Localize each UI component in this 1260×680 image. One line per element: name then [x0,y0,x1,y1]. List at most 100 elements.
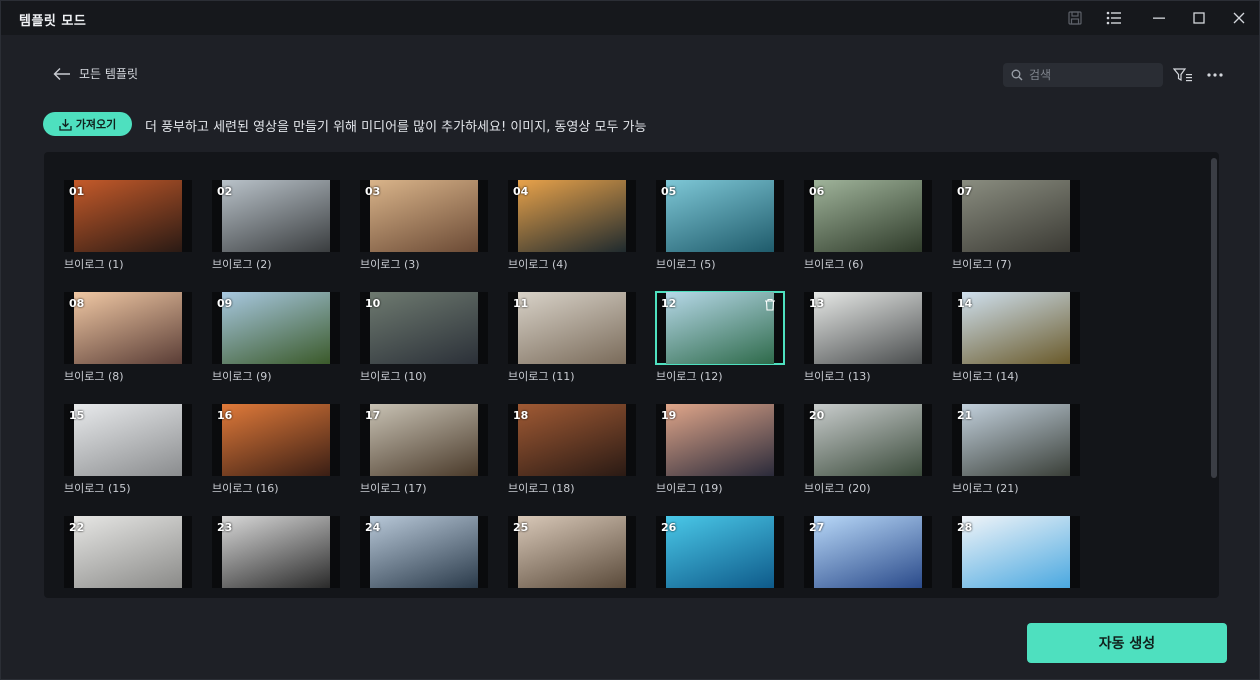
template-card[interactable]: 14 브이로그 (14) [952,292,1080,384]
template-card[interactable]: 09 브이로그 (9) [212,292,340,384]
template-card[interactable]: 08 브이로그 (8) [64,292,192,384]
template-thumbnail[interactable]: 19 [656,404,784,476]
template-number: 28 [957,521,973,534]
template-thumbnail[interactable]: 13 [804,292,932,364]
template-thumbnail[interactable]: 21 [952,404,1080,476]
template-thumbnail[interactable]: 12 [655,291,785,365]
template-thumbnail[interactable]: 15 [64,404,192,476]
thumbnail-image [962,292,1070,364]
template-number: 16 [217,409,233,422]
template-label: 브이로그 (1) [64,258,124,271]
maximize-icon[interactable] [1186,6,1212,30]
template-card[interactable]: 20 브이로그 (20) [804,404,932,496]
template-thumbnail[interactable]: 28 [952,516,1080,588]
template-label: 브이로그 (21) [952,482,1019,495]
template-thumbnail[interactable]: 23 [212,516,340,588]
template-card[interactable]: 07 브이로그 (7) [952,180,1080,272]
template-thumbnail[interactable]: 01 [64,180,192,252]
close-icon[interactable] [1226,6,1252,30]
back-label: 모든 템플릿 [79,67,139,81]
minimize-icon[interactable] [1146,6,1172,30]
template-grid-panel: 01 브이로그 (1) 02 브이로그 (2) 03 브이로그 (3) 04 브이로그 (4)… [44,152,1219,598]
template-thumbnail[interactable]: 11 [508,292,636,364]
auto-generate-button[interactable]: 자동 생성 [1027,623,1227,663]
grid-scrollbar[interactable] [1211,158,1217,478]
search-box[interactable] [1003,63,1163,87]
thumbnail-image [74,180,182,252]
template-thumbnail[interactable]: 06 [804,180,932,252]
template-card[interactable]: 02 브이로그 (2) [212,180,340,272]
template-thumbnail[interactable]: 18 [508,404,636,476]
template-thumbnail[interactable]: 03 [360,180,488,252]
template-thumbnail[interactable]: 24 [360,516,488,588]
more-options-button[interactable] [1203,64,1227,86]
template-thumbnail[interactable]: 02 [212,180,340,252]
template-thumbnail[interactable]: 26 [656,516,784,588]
template-card[interactable]: 26 [656,516,784,598]
template-label: 브이로그 (12) [656,370,723,383]
template-card[interactable]: 24 [360,516,488,598]
template-card[interactable]: 05 브이로그 (5) [656,180,784,272]
template-thumbnail[interactable]: 20 [804,404,932,476]
template-card[interactable]: 23 [212,516,340,598]
template-thumbnail[interactable]: 27 [804,516,932,588]
template-number: 26 [661,521,677,534]
template-thumbnail[interactable]: 25 [508,516,636,588]
thumbnail-image [222,404,330,476]
template-thumbnail[interactable]: 16 [212,404,340,476]
template-card[interactable]: 16 브이로그 (16) [212,404,340,496]
template-card[interactable]: 11 브이로그 (11) [508,292,636,384]
template-thumbnail[interactable]: 04 [508,180,636,252]
template-card[interactable]: 10 브이로그 (10) [360,292,488,384]
save-icon[interactable] [1062,6,1088,30]
template-card[interactable]: 01 브이로그 (1) [64,180,192,272]
template-card[interactable]: 19 브이로그 (19) [656,404,784,496]
template-card[interactable]: 28 [952,516,1080,598]
template-thumbnail[interactable]: 08 [64,292,192,364]
template-thumbnail[interactable]: 09 [212,292,340,364]
trash-icon[interactable] [764,296,776,315]
template-card[interactable]: 04 브이로그 (4) [508,180,636,272]
thumbnail-image [666,516,774,588]
template-card[interactable]: 13 브이로그 (13) [804,292,932,384]
template-label: 브이로그 (4) [508,258,568,271]
thumbnail-image [814,404,922,476]
thumbnail-image [74,516,182,588]
template-thumbnail[interactable]: 14 [952,292,1080,364]
template-card[interactable]: 17 브이로그 (17) [360,404,488,496]
thumbnail-image [666,180,774,252]
filter-button[interactable] [1171,64,1195,86]
template-card[interactable]: 12 브이로그 (12) [655,291,785,384]
search-icon [1011,69,1023,81]
template-number: 08 [69,297,85,310]
template-thumbnail[interactable]: 10 [360,292,488,364]
template-card[interactable]: 15 브이로그 (15) [64,404,192,496]
template-number: 05 [661,185,677,198]
template-number: 20 [809,409,825,422]
search-input[interactable] [1029,68,1149,82]
template-card[interactable]: 22 [64,516,192,598]
thumbnail-image [370,404,478,476]
template-card[interactable]: 21 브이로그 (21) [952,404,1080,496]
template-label: 브이로그 (20) [804,482,871,495]
template-card[interactable]: 27 [804,516,932,598]
template-card[interactable]: 03 브이로그 (3) [360,180,488,272]
template-number: 04 [513,185,529,198]
template-card[interactable]: 25 [508,516,636,598]
template-number: 12 [661,297,677,310]
list-menu-icon[interactable] [1101,6,1127,30]
template-thumbnail[interactable]: 17 [360,404,488,476]
thumbnail-image [814,292,922,364]
template-number: 15 [69,409,85,422]
template-label: 브이로그 (7) [952,258,1012,271]
import-button[interactable]: 가져오기 [43,112,132,136]
template-number: 22 [69,521,85,534]
template-thumbnail[interactable]: 05 [656,180,784,252]
template-card[interactable]: 06 브이로그 (6) [804,180,932,272]
template-thumbnail[interactable]: 22 [64,516,192,588]
template-thumbnail[interactable]: 07 [952,180,1080,252]
template-card[interactable]: 18 브이로그 (18) [508,404,636,496]
back-to-all-templates[interactable]: 모든 템플릿 [53,65,138,82]
template-label: 브이로그 (13) [804,370,871,383]
template-label: 브이로그 (10) [360,370,427,383]
